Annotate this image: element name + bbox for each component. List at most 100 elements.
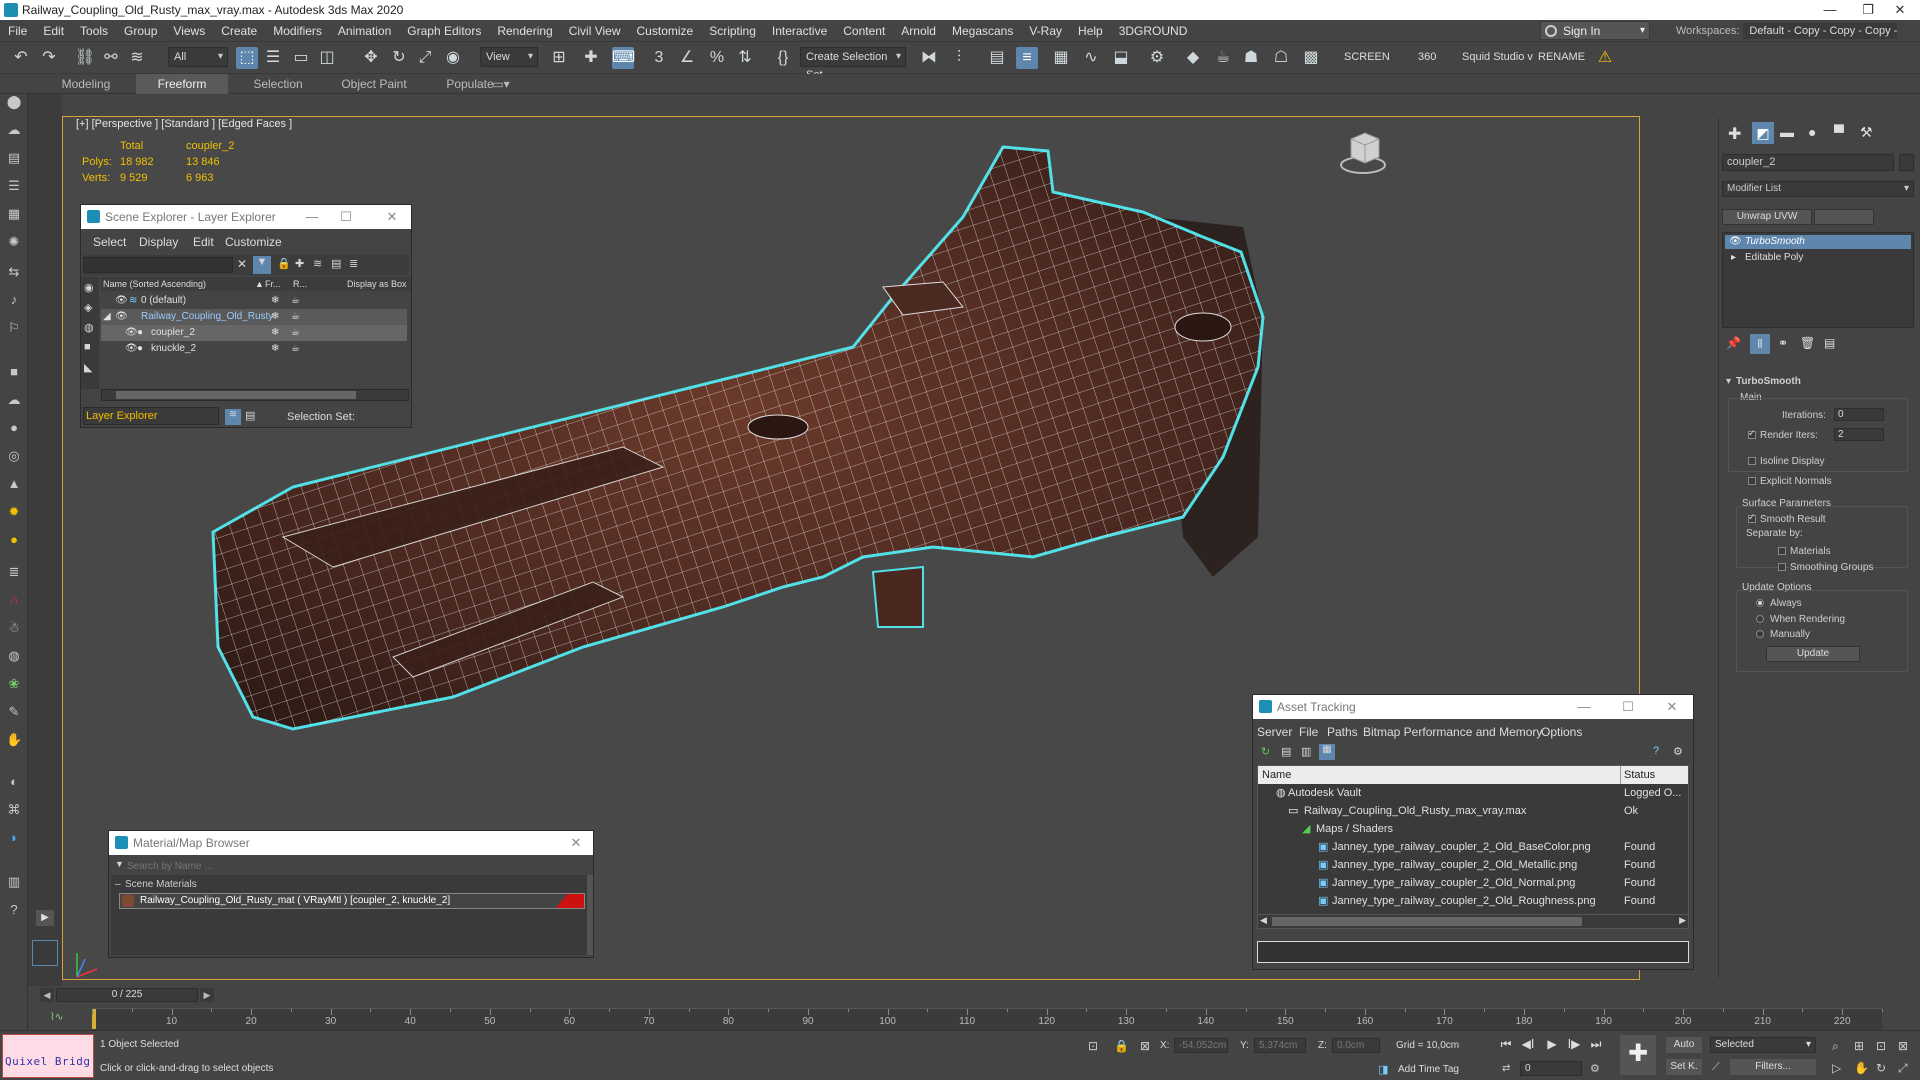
zoom-all-icon[interactable]: ⊞ bbox=[1854, 1039, 1864, 1053]
menu-graph-editors[interactable]: Graph Editors bbox=[399, 20, 489, 42]
layers-icon[interactable]: ≋ bbox=[313, 257, 322, 270]
curve-editor-icon[interactable]: ▦ bbox=[1050, 47, 1072, 69]
expand-icon[interactable]: ◢ bbox=[103, 309, 111, 325]
col-status[interactable]: Status bbox=[1624, 766, 1655, 784]
squid-studio-label[interactable]: Squid Studio v bbox=[1462, 51, 1533, 63]
render-iters-checkbox[interactable] bbox=[1748, 428, 1756, 439]
render-production-icon[interactable]: ☕ bbox=[1212, 47, 1234, 69]
se-camera-icon[interactable]: ■ bbox=[84, 341, 91, 353]
asset-row-metallic[interactable]: ▣ Janney_type_railway_coupler_2_Old_Meta… bbox=[1258, 856, 1688, 874]
mirror-icon[interactable]: ⧓ bbox=[918, 47, 940, 69]
render-icon[interactable]: ☕ bbox=[291, 309, 300, 325]
edit-named-selection-icon[interactable]: {} bbox=[772, 47, 794, 69]
set-key-button[interactable]: Set K. bbox=[1666, 1059, 1702, 1075]
menu-animation[interactable]: Animation bbox=[330, 20, 399, 42]
cone-icon[interactable]: ▲ bbox=[6, 476, 22, 492]
freeze-icon[interactable]: ❄ bbox=[271, 325, 279, 341]
world-icon[interactable]: ◐ bbox=[6, 774, 22, 790]
menu-3dground[interactable]: 3DGROUND bbox=[1111, 20, 1196, 42]
close-icon[interactable]: ✕ bbox=[561, 831, 591, 855]
make-unique-icon[interactable]: ⚭ bbox=[1778, 336, 1788, 350]
mini-viewport-icon[interactable] bbox=[32, 940, 58, 966]
at-menu-bitmap[interactable]: Bitmap Performance and Memory bbox=[1363, 725, 1542, 739]
asset-row-normal[interactable]: ▣ Janney_type_railway_coupler_2_Old_Norm… bbox=[1258, 874, 1688, 892]
material-editor-icon[interactable]: ⬓ bbox=[1110, 47, 1132, 69]
configure-sets-icon[interactable]: ▤ bbox=[1824, 336, 1835, 350]
material-search-input[interactable] bbox=[127, 859, 591, 873]
time-tag-icon[interactable]: ◨ bbox=[1378, 1063, 1388, 1076]
render-setup-icon[interactable]: ⚙ bbox=[1146, 47, 1168, 69]
group-collapse-icon[interactable]: – bbox=[115, 879, 121, 890]
at-menu-paths[interactable]: Paths bbox=[1327, 725, 1358, 739]
scene-materials-group[interactable]: Scene Materials bbox=[125, 879, 197, 890]
sphere-icon[interactable]: ● bbox=[6, 420, 22, 436]
zoom-extents-icon[interactable]: ⊡ bbox=[1876, 1039, 1886, 1053]
layer-list-icon[interactable]: ▤ bbox=[245, 409, 255, 422]
create-tab-icon[interactable]: ✚ bbox=[1728, 124, 1741, 144]
eye-icon[interactable]: 👁 bbox=[1729, 235, 1742, 249]
hierarchy-tab-icon[interactable]: ▬ bbox=[1780, 124, 1794, 140]
z-coordinate-field[interactable]: 0,0cm bbox=[1332, 1038, 1380, 1053]
next-frame-icon[interactable]: ▶ bbox=[200, 988, 214, 1002]
se-search-input[interactable] bbox=[83, 257, 233, 273]
viewport-label[interactable]: [+] [Perspective ] [Standard ] [Edged Fa… bbox=[76, 118, 292, 130]
smoothing-groups-checkbox[interactable] bbox=[1778, 563, 1786, 571]
scale-icon[interactable]: ⤢ bbox=[414, 47, 436, 69]
time-slider[interactable]: 0 / 225 bbox=[56, 988, 198, 1002]
lock-icon[interactable]: 🔒 bbox=[277, 257, 291, 270]
utilities-tab-icon[interactable]: ⚒ bbox=[1860, 124, 1873, 141]
window-crossing-icon[interactable]: ◫ bbox=[316, 47, 338, 69]
refresh-icon[interactable]: ↻ bbox=[1261, 745, 1270, 758]
selection-filter-dropdown[interactable]: All bbox=[168, 47, 228, 67]
light-icon[interactable]: ✺ bbox=[6, 234, 22, 250]
placement-icon[interactable]: ◉ bbox=[442, 47, 464, 69]
se-horizontal-scrollbar[interactable] bbox=[101, 389, 409, 401]
curve-editor-toggle-icon[interactable]: ⌇∿ bbox=[50, 1012, 63, 1023]
se-geometry-icon[interactable]: ◈ bbox=[84, 301, 92, 314]
close-icon[interactable]: ✕ bbox=[377, 205, 407, 229]
se-menu-display[interactable]: Display bbox=[139, 235, 178, 249]
tab-freeform[interactable]: Freeform bbox=[136, 74, 228, 94]
menu-edit[interactable]: Edit bbox=[35, 20, 72, 42]
x-coordinate-field[interactable]: -54,052cm bbox=[1174, 1038, 1228, 1053]
asset-row-max-file[interactable]: ▭ Railway_Coupling_Old_Rusty_max_vray.ma… bbox=[1258, 802, 1688, 820]
eye-icon[interactable]: 👁 bbox=[125, 341, 138, 357]
go-to-start-icon[interactable]: ⏮ bbox=[1498, 1036, 1514, 1052]
bind-spacewarp-icon[interactable]: ≋ bbox=[126, 47, 148, 69]
rollout-title[interactable]: TurboSmooth bbox=[1736, 376, 1801, 387]
filter-icon[interactable]: ▼ bbox=[253, 256, 271, 274]
manipulate-icon[interactable]: ✚ bbox=[580, 47, 602, 69]
redo-icon[interactable]: ↷ bbox=[38, 47, 60, 69]
y-coordinate-field[interactable]: 5,374cm bbox=[1254, 1038, 1306, 1053]
menu-help[interactable]: Help bbox=[1070, 20, 1111, 42]
screen-label[interactable]: SCREEN bbox=[1344, 51, 1390, 63]
when-rendering-radio[interactable] bbox=[1756, 615, 1764, 623]
rect-region-icon[interactable]: ▭ bbox=[290, 47, 312, 69]
helper-icon[interactable]: ⚐ bbox=[6, 320, 22, 336]
col-name[interactable]: Name bbox=[1262, 766, 1291, 784]
iterations-spinner[interactable]: 0 bbox=[1834, 408, 1884, 421]
scene-explorer-titlebar[interactable]: Scene Explorer - Layer Explorer — ☐ ✕ bbox=[81, 205, 411, 229]
scroll-thumb[interactable] bbox=[116, 391, 356, 399]
timeline-ruler[interactable]: 10 20 30 40 50 60 70 80 90 100 110 120 130 140 150 160 1… bbox=[92, 1008, 1883, 1030]
col-display-as-box[interactable]: Display as Box bbox=[347, 277, 407, 291]
tree-row-coupler[interactable]: 👁 ● coupler_2 ❄ ☕ bbox=[101, 325, 407, 341]
warning-icon[interactable]: ⚠ bbox=[1594, 47, 1616, 69]
snaps-toggle-icon[interactable]: 3 bbox=[648, 47, 670, 69]
motion-tab-icon[interactable]: ● bbox=[1808, 124, 1816, 140]
new-layer-icon[interactable]: ✚ bbox=[295, 257, 304, 270]
object-color-swatch[interactable] bbox=[1899, 154, 1914, 171]
render-iterative-icon[interactable]: ☖ bbox=[1270, 47, 1292, 69]
spinner-snap-icon[interactable]: ⇅ bbox=[734, 47, 756, 69]
tab-object-paint[interactable]: Object Paint bbox=[328, 74, 420, 94]
asset-row-roughness[interactable]: ▣ Janney_type_railway_coupler_2_Old_Roug… bbox=[1258, 892, 1688, 910]
menu-customize[interactable]: Customize bbox=[629, 20, 702, 42]
menu-arnold[interactable]: Arnold bbox=[893, 20, 944, 42]
menu-megascans[interactable]: Megascans bbox=[944, 20, 1021, 42]
maximize-viewport-icon[interactable]: ⤢ bbox=[1898, 1061, 1908, 1076]
transform-icon[interactable]: ⇆ bbox=[6, 264, 22, 280]
modifier-list-dropdown[interactable]: Modifier List ▾ bbox=[1722, 181, 1914, 197]
asset-row-vault[interactable]: ◍ Autodesk Vault Logged O... bbox=[1258, 784, 1688, 802]
align-icon[interactable]: ⫶ bbox=[948, 47, 970, 69]
grid-icon[interactable]: ▦ bbox=[6, 206, 22, 222]
